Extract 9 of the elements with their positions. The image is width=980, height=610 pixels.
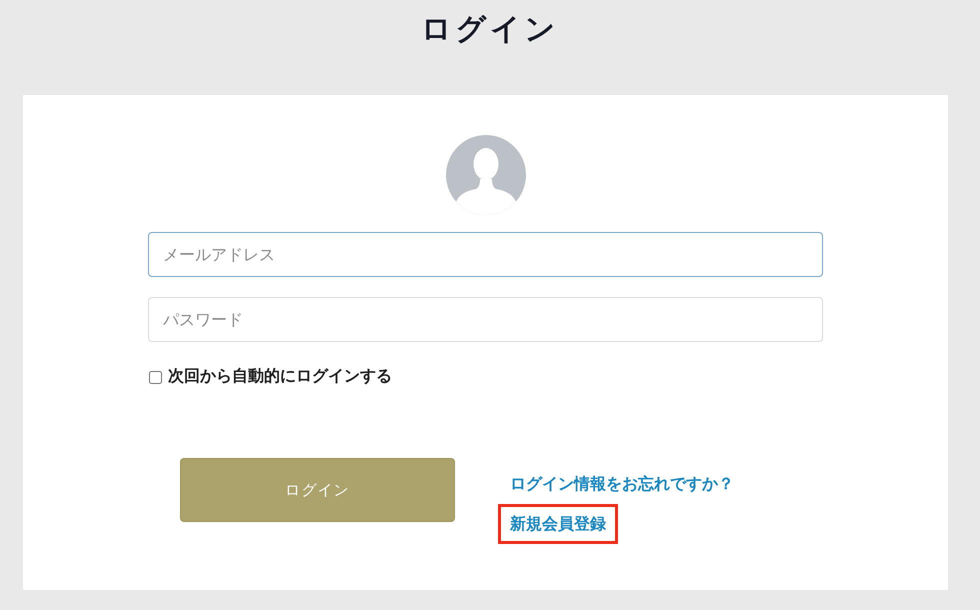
checkbox-label: 次回から自動的にログインする (168, 365, 392, 387)
password-field[interactable]: パスワード (148, 297, 823, 342)
page-title: ログイン (420, 11, 560, 49)
checkbox[interactable] (149, 370, 162, 384)
email-field[interactable]: メールアドレス (148, 232, 823, 277)
text-link[interactable]: ログイン情報をお忘れですか？ (510, 474, 734, 493)
avatar-icon (446, 135, 526, 215)
text-link[interactable]: 新規会員登録 (510, 514, 606, 533)
login-button[interactable]: ログイン (180, 458, 455, 522)
